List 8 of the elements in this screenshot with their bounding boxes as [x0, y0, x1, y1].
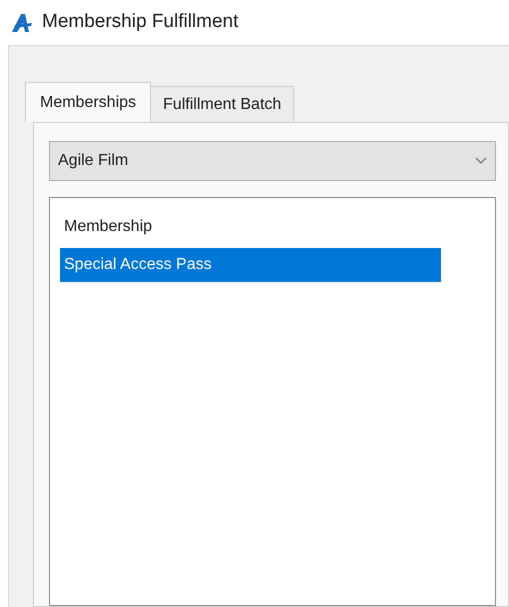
list-item[interactable]: Membership: [60, 206, 441, 248]
app-logo-icon: [10, 12, 34, 32]
chevron-down-icon: [475, 157, 487, 165]
tab[interactable]: Memberships: [25, 82, 152, 122]
window-title: Membership Fulfillment: [42, 10, 238, 34]
list-item[interactable]: Special Access Pass: [60, 248, 441, 282]
tab[interactable]: Fulfillment Batch: [151, 86, 294, 122]
dropdown[interactable]: Agile Film: [49, 141, 496, 181]
